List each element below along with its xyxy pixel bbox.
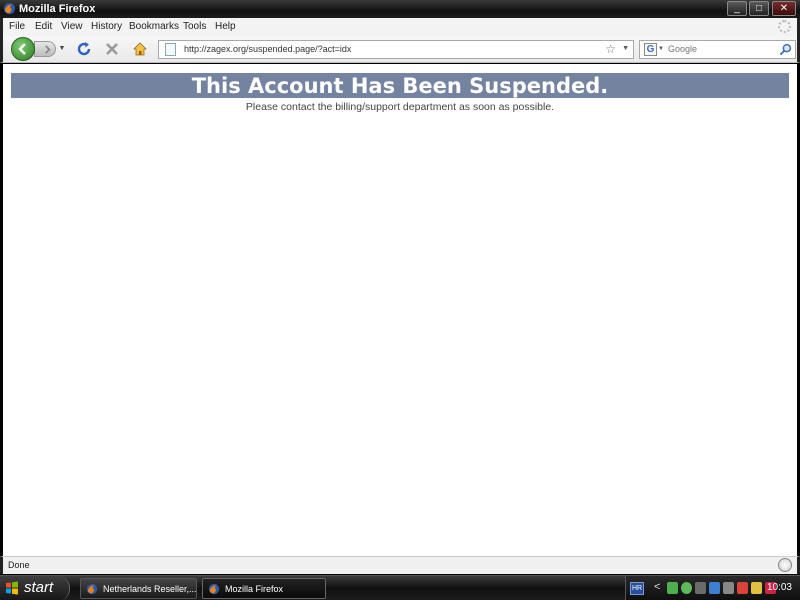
back-arrow-icon bbox=[18, 43, 26, 55]
window-title: Mozilla Firefox bbox=[19, 3, 96, 15]
taskbar: start Netherlands Reseller,... Mozilla F… bbox=[0, 575, 800, 600]
forward-button[interactable] bbox=[34, 41, 56, 57]
taskbar-item-mozilla-firefox[interactable]: Mozilla Firefox bbox=[202, 578, 326, 599]
page-icon bbox=[165, 43, 176, 56]
start-label: start bbox=[24, 579, 54, 596]
menu-view[interactable]: View bbox=[61, 21, 83, 32]
firefox-icon bbox=[3, 2, 16, 15]
page-content: This Account Has Been Suspended. Please … bbox=[3, 64, 797, 556]
menu-file[interactable]: File bbox=[9, 21, 25, 32]
antivirus-icon[interactable] bbox=[737, 582, 748, 594]
security-icon[interactable] bbox=[723, 582, 734, 594]
task-label: Netherlands Reseller,... bbox=[103, 584, 197, 594]
firefox-icon bbox=[86, 583, 98, 595]
stop-icon[interactable] bbox=[104, 41, 120, 57]
search-engine-dropdown-icon[interactable]: ▼ bbox=[658, 46, 664, 52]
menu-help[interactable]: Help bbox=[215, 21, 236, 32]
maximize-button[interactable]: □ bbox=[749, 1, 769, 16]
address-bar[interactable]: ☆ ▼ bbox=[158, 40, 634, 59]
network-icon[interactable] bbox=[667, 582, 678, 594]
google-icon[interactable]: G bbox=[644, 43, 657, 56]
menu-edit[interactable]: Edit bbox=[35, 21, 52, 32]
task-label: Mozilla Firefox bbox=[225, 584, 284, 594]
system-tray: HR < 10:03 bbox=[625, 576, 800, 600]
status-text: Done bbox=[8, 560, 30, 570]
bookmark-star-icon[interactable]: ☆ bbox=[605, 42, 616, 56]
search-magnifier-icon[interactable] bbox=[779, 43, 792, 56]
connection-icon[interactable] bbox=[709, 582, 720, 594]
minimize-button[interactable]: _ bbox=[727, 1, 747, 16]
windows-flag-icon bbox=[6, 581, 18, 595]
url-input[interactable] bbox=[184, 44, 594, 54]
title-bar: Mozilla Firefox _ □ ✕ bbox=[0, 0, 800, 18]
close-button[interactable]: ✕ bbox=[772, 1, 796, 16]
home-icon[interactable] bbox=[132, 41, 148, 57]
status-bar: Done bbox=[0, 556, 800, 574]
notification-icon[interactable] bbox=[751, 582, 762, 594]
taskbar-item-netherlands-reseller[interactable]: Netherlands Reseller,... bbox=[80, 578, 197, 599]
back-button[interactable] bbox=[11, 37, 35, 61]
search-bar[interactable]: G ▼ bbox=[639, 40, 796, 59]
messenger-icon[interactable] bbox=[681, 582, 692, 594]
menu-bar: File Edit View History Bookmarks Tools H… bbox=[0, 18, 800, 36]
navigation-toolbar: ▼ ☆ ▼ G ▼ bbox=[0, 36, 800, 63]
menu-bookmarks[interactable]: Bookmarks bbox=[129, 21, 179, 32]
start-button[interactable]: start bbox=[0, 576, 70, 600]
menu-tools[interactable]: Tools bbox=[183, 21, 206, 32]
throbber-icon bbox=[778, 20, 791, 33]
menu-history[interactable]: History bbox=[91, 21, 122, 32]
reload-icon[interactable] bbox=[76, 41, 92, 57]
suspended-heading: This Account Has Been Suspended. bbox=[11, 73, 789, 98]
status-indicator-icon bbox=[778, 558, 792, 572]
language-indicator[interactable]: HR bbox=[630, 582, 644, 595]
forward-arrow-icon bbox=[45, 45, 51, 54]
tray-app-icon[interactable] bbox=[695, 582, 706, 594]
show-hidden-icons-button[interactable]: < bbox=[654, 581, 660, 593]
firefox-icon bbox=[208, 583, 220, 595]
url-dropdown-icon[interactable]: ▼ bbox=[622, 45, 629, 52]
search-input[interactable] bbox=[668, 44, 773, 54]
clock[interactable]: 10:03 bbox=[767, 582, 792, 593]
suspended-message: Please contact the billing/support depar… bbox=[245, 101, 555, 113]
history-dropdown-button[interactable]: ▼ bbox=[57, 42, 67, 56]
